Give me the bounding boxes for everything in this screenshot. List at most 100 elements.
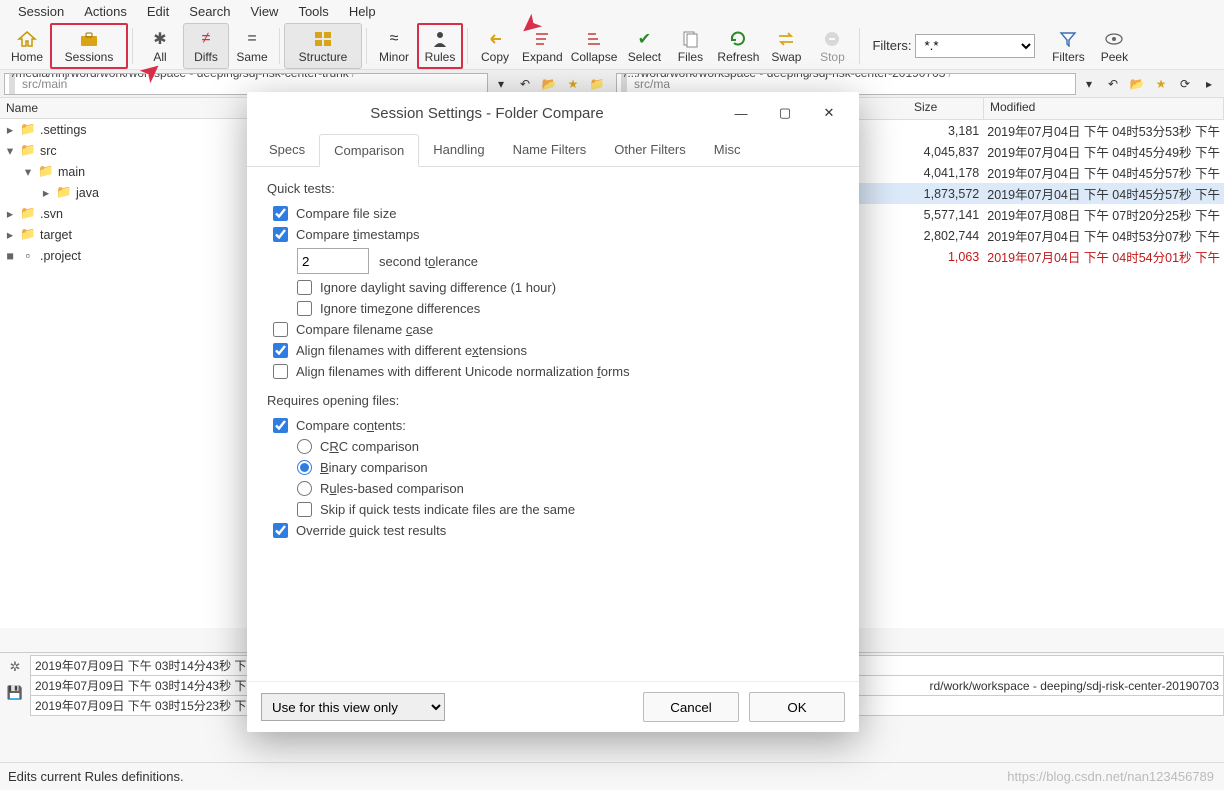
- tab-misc[interactable]: Misc: [700, 134, 755, 166]
- align-ext-label: Align filenames with different extension…: [296, 343, 527, 358]
- diffs-button[interactable]: ≠ Diffs: [183, 23, 229, 69]
- ignore-dst-checkbox[interactable]: [297, 280, 312, 295]
- compare-timestamps-checkbox[interactable]: [273, 227, 288, 242]
- home-button[interactable]: Home: [4, 23, 50, 69]
- align-unicode-checkbox[interactable]: [273, 364, 288, 379]
- tab-other-filters[interactable]: Other Filters: [600, 134, 700, 166]
- rules-based-radio[interactable]: [297, 481, 312, 496]
- tree-item-.project[interactable]: ■ ▫ .project: [0, 245, 247, 266]
- ignore-tz-checkbox[interactable]: [297, 301, 312, 316]
- tree-item-label: .project: [40, 249, 81, 263]
- structure-label: Structure: [299, 50, 348, 64]
- skip-quick-checkbox[interactable]: [297, 502, 312, 517]
- same-label: Same: [236, 50, 267, 64]
- status-text: Edits current Rules definitions.: [8, 769, 184, 784]
- copy-button[interactable]: Copy: [472, 23, 518, 69]
- folder-icon: 📁: [38, 164, 54, 179]
- menu-tools[interactable]: Tools: [288, 4, 338, 19]
- files-button[interactable]: Files: [667, 23, 713, 69]
- left-path-part-0: /media/hnj/word/work/workspace - deeping…: [9, 73, 15, 95]
- tree-item-.settings[interactable]: ▸📁.settings: [0, 119, 247, 140]
- right-refresh-icon[interactable]: ⟳: [1174, 73, 1196, 95]
- briefcase-icon: [78, 28, 100, 50]
- filters-button[interactable]: Filters: [1045, 23, 1091, 69]
- tab-handling[interactable]: Handling: [419, 134, 498, 166]
- crc-label: CRC comparison: [320, 439, 419, 454]
- rules-button[interactable]: Rules: [417, 23, 463, 69]
- compare-contents-checkbox[interactable]: [273, 418, 288, 433]
- ok-button[interactable]: OK: [749, 692, 845, 722]
- compare-size-checkbox[interactable]: [273, 206, 288, 221]
- expand-toggle[interactable]: ▸: [4, 122, 16, 137]
- collapse-button[interactable]: Collapse: [567, 23, 622, 69]
- save-icon[interactable]: 💾: [7, 685, 23, 701]
- minor-button[interactable]: ≈ Minor: [371, 23, 417, 69]
- menu-help[interactable]: Help: [339, 4, 386, 19]
- right-path-dropdown[interactable]: ▾: [1078, 73, 1100, 95]
- view-scope-select[interactable]: Use for this view only: [261, 693, 445, 721]
- gear-icon[interactable]: ✲: [10, 659, 21, 675]
- folder-icon: 📁: [20, 143, 36, 158]
- tree-item-java[interactable]: ▸📁java: [0, 182, 247, 203]
- menu-view[interactable]: View: [241, 4, 289, 19]
- align-unicode-label: Align filenames with different Unicode n…: [296, 364, 630, 379]
- minimize-button[interactable]: —: [719, 98, 763, 128]
- select-button[interactable]: ✔ Select: [621, 23, 667, 69]
- maximize-button[interactable]: ▢: [763, 98, 807, 128]
- right-nav-icon[interactable]: ▸: [1198, 73, 1220, 95]
- crc-radio[interactable]: [297, 439, 312, 454]
- file-icon: ▫: [20, 249, 36, 263]
- expand-toggle[interactable]: ▾: [4, 143, 16, 158]
- binary-radio[interactable]: [297, 460, 312, 475]
- tab-comparison[interactable]: Comparison: [319, 134, 419, 167]
- expand-toggle[interactable]: ▸: [40, 185, 52, 200]
- expand-button[interactable]: Expand: [518, 23, 567, 69]
- expand-toggle[interactable]: ▸: [4, 206, 16, 221]
- tree-item-src[interactable]: ▾📁src: [0, 140, 247, 161]
- tree-item-target[interactable]: ▸📁target: [0, 224, 247, 245]
- filters-box: Filters: *.*: [872, 34, 1035, 58]
- tree-item-main[interactable]: ▾📁main: [0, 161, 247, 182]
- right-undo-icon[interactable]: ↶: [1102, 73, 1124, 95]
- same-button[interactable]: = Same: [229, 23, 275, 69]
- stop-button[interactable]: Stop: [809, 23, 855, 69]
- funnel-icon: [1057, 28, 1079, 50]
- menu-actions[interactable]: Actions: [74, 4, 137, 19]
- right-star-icon[interactable]: ★: [1150, 73, 1172, 95]
- left-header-name[interactable]: Name: [0, 98, 247, 119]
- not-equal-icon: ≠: [195, 28, 217, 50]
- menu-session[interactable]: Session: [8, 4, 74, 19]
- filters-select[interactable]: *.*: [915, 34, 1035, 58]
- menu-edit[interactable]: Edit: [137, 4, 179, 19]
- align-ext-checkbox[interactable]: [273, 343, 288, 358]
- copy-arrow-icon: [484, 28, 506, 50]
- compare-case-checkbox[interactable]: [273, 322, 288, 337]
- tree-item-.svn[interactable]: ▸📁.svn: [0, 203, 247, 224]
- right-open-icon[interactable]: 📂: [1126, 73, 1148, 95]
- compare-case-label: Compare filename case: [296, 322, 433, 337]
- close-button[interactable]: ✕: [807, 98, 851, 128]
- row-size: 1,873,572: [911, 187, 987, 201]
- tab-name-filters[interactable]: Name Filters: [499, 134, 601, 166]
- skip-quick-label: Skip if quick tests indicate files are t…: [320, 502, 575, 517]
- tab-specs[interactable]: Specs: [255, 134, 319, 166]
- structure-button[interactable]: Structure: [284, 23, 362, 69]
- expand-toggle[interactable]: ■: [4, 249, 16, 263]
- tolerance-input[interactable]: [297, 248, 369, 274]
- refresh-icon: [727, 28, 749, 50]
- col-size[interactable]: Size: [908, 98, 984, 119]
- override-quick-checkbox[interactable]: [273, 523, 288, 538]
- row-modified: 2019年07月04日 下午 04时54分01秒 下午: [987, 247, 1220, 266]
- all-button[interactable]: ✱ All: [137, 23, 183, 69]
- swap-button[interactable]: Swap: [763, 23, 809, 69]
- expand-toggle[interactable]: ▸: [4, 227, 16, 242]
- sessions-label: Sessions: [65, 50, 114, 64]
- compare-size-label: Compare file size: [296, 206, 396, 221]
- expand-toggle[interactable]: ▾: [22, 164, 34, 179]
- peek-button[interactable]: Peek: [1091, 23, 1137, 69]
- menu-search[interactable]: Search: [179, 4, 240, 19]
- sessions-button[interactable]: Sessions: [50, 23, 128, 69]
- col-modified[interactable]: Modified: [984, 98, 1224, 119]
- refresh-button[interactable]: Refresh: [713, 23, 763, 69]
- cancel-button[interactable]: Cancel: [643, 692, 739, 722]
